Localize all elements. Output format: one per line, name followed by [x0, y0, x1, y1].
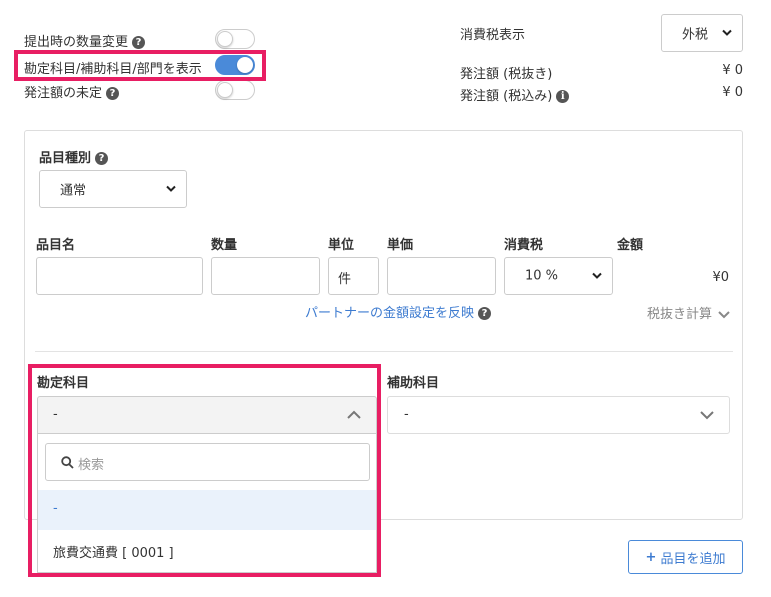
total-label-text: 発注額 (税込み) [460, 89, 553, 104]
col-amount: 金額 [617, 238, 644, 253]
chevron-down-icon [592, 269, 602, 284]
total-value: ¥ 0 [722, 85, 743, 100]
col-quantity: 数量 [211, 238, 238, 253]
tax-calc-toggle[interactable]: 税抜き計算 [647, 303, 730, 322]
help-icon[interactable]: ? [478, 307, 492, 320]
sub-account-select-value: - [404, 407, 409, 422]
sub-account-select[interactable]: - [387, 396, 730, 434]
subtotal-label: 発注額 (税抜き) [460, 67, 553, 82]
toggle-knob [217, 82, 233, 98]
col-tax: 消費税 [504, 238, 544, 253]
item-type-label-text: 品目種別 [39, 151, 92, 166]
partner-price-link[interactable]: パートナーの金額設定を反映? [305, 302, 492, 321]
item-type-label: 品目種別? [39, 147, 109, 166]
unit-price-input[interactable] [387, 257, 496, 295]
tax-rate-value: 10 % [525, 268, 559, 284]
toggle-label-text: 発注額の未定 [24, 86, 103, 101]
add-item-button[interactable]: + 品目を追加 [628, 540, 743, 574]
item-type-value: 通常 [60, 183, 87, 199]
info-icon[interactable]: i [556, 90, 570, 103]
help-icon[interactable]: ? [95, 152, 109, 165]
subtotal-value: ¥ 0 [722, 63, 743, 78]
chevron-down-icon [718, 310, 730, 318]
total-label: 発注額 (税込み) i [460, 85, 570, 104]
item-name-input[interactable] [36, 257, 203, 295]
quantity-input[interactable] [211, 257, 320, 295]
tax-display-label: 消費税表示 [460, 28, 526, 43]
plus-icon: + [645, 549, 657, 565]
highlight-box-account [28, 364, 381, 577]
toggle-label-amount-undecided: 発注額の未定? [24, 82, 120, 101]
amount-value: ¥0 [712, 270, 729, 285]
divider [35, 351, 733, 352]
item-type-select[interactable]: 通常 [39, 170, 187, 208]
chevron-down-icon [166, 182, 176, 197]
unit-value: 件 [338, 272, 352, 287]
chevron-down-icon [722, 26, 732, 41]
toggle-label-text: 提出時の数量変更 [24, 35, 129, 50]
tax-calc-text: 税抜き計算 [647, 307, 713, 322]
tax-mode-value: 外税 [682, 27, 709, 43]
quantity-change-toggle[interactable] [215, 29, 255, 49]
highlight-box-toggle [14, 50, 266, 81]
add-item-text: 品目を追加 [660, 551, 726, 567]
help-icon[interactable]: ? [106, 87, 120, 100]
partner-price-link-text: パートナーの金額設定を反映 [305, 306, 475, 321]
col-unit-price: 単価 [387, 238, 414, 253]
sub-account-label: 補助科目 [387, 376, 440, 391]
help-icon[interactable]: ? [132, 36, 146, 49]
col-item-name: 品目名 [36, 238, 76, 253]
toggle-knob [217, 31, 233, 47]
unit-input[interactable]: 件 [328, 257, 379, 295]
tax-mode-select[interactable]: 外税 [661, 14, 743, 52]
col-unit: 単位 [328, 238, 355, 253]
toggle-label-quantity-change: 提出時の数量変更? [24, 31, 146, 50]
amount-undecided-toggle[interactable] [215, 80, 255, 100]
tax-rate-select[interactable]: 10 % [504, 257, 613, 295]
chevron-down-icon [700, 411, 714, 420]
